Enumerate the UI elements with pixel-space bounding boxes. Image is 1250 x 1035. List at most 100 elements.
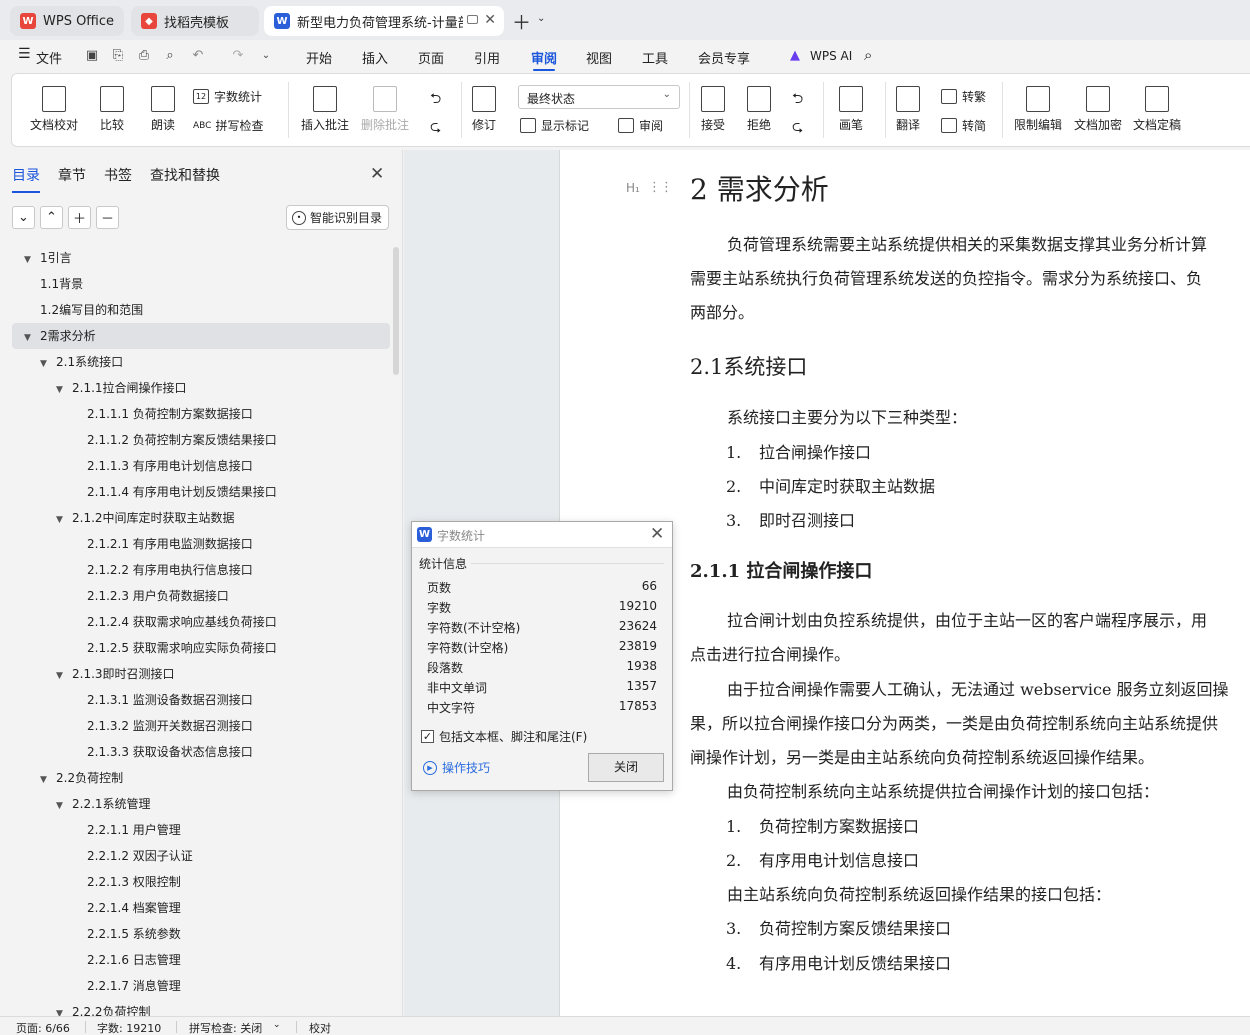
monitor-icon[interactable] <box>467 15 478 24</box>
redo-icon[interactable]: ↷ <box>230 47 246 63</box>
toc-item[interactable]: 1.1背景 <box>40 271 83 297</box>
nav-tab-find-replace[interactable]: 查找和替换 <box>150 165 220 185</box>
expand-caret-icon[interactable]: ▼ <box>24 325 40 351</box>
markup-status-select[interactable]: 最终状态 ⌄ <box>518 85 680 109</box>
print-icon[interactable]: ⎙ <box>136 47 152 63</box>
remove-level-button[interactable]: － <box>96 206 119 229</box>
nav-tab-toc[interactable]: 目录 <box>12 165 40 193</box>
insert-comment-button[interactable]: 插入批注 <box>301 86 349 133</box>
pen-button[interactable]: 画笔 <box>839 86 863 133</box>
nav-tab-bookmarks[interactable]: 书签 <box>104 165 132 185</box>
accept-button[interactable]: 接受 <box>701 86 725 133</box>
toc-item[interactable]: 2.1.1.3 有序用电计划信息接口 <box>87 453 253 479</box>
toc-item[interactable]: ▼ 2.1系统接口 <box>40 349 123 375</box>
toc-item[interactable]: 2.1.2.4 获取需求响应基线负荷接口 <box>87 609 277 635</box>
read-aloud-button[interactable]: 朗读 <box>151 86 175 133</box>
scrollbar[interactable] <box>393 247 399 375</box>
toc-item[interactable]: 2.1.1.4 有序用电计划反馈结果接口 <box>87 479 277 505</box>
menu-start[interactable]: 开始 <box>306 48 332 67</box>
menu-tools[interactable]: 工具 <box>642 48 668 67</box>
word-count-button[interactable]: 12 字数统计 <box>193 88 262 105</box>
close-tab-icon[interactable]: ✕ <box>484 12 496 28</box>
tab-document[interactable]: W 新型电力负荷管理系统-计量部 ✕ <box>264 6 504 36</box>
drag-handle-icon[interactable]: ⋮⋮ <box>648 180 673 195</box>
menu-review[interactable]: 审阅 <box>531 48 557 71</box>
translate-button[interactable]: 翻译 <box>896 86 920 133</box>
toc-item[interactable]: 2.2.1.6 日志管理 <box>87 947 181 973</box>
show-markup-button[interactable]: 显示标记 <box>520 117 589 134</box>
nav-tab-sections[interactable]: 章节 <box>58 165 86 185</box>
checkbox[interactable]: ✓ <box>421 730 434 743</box>
add-level-button[interactable]: ＋ <box>68 206 91 229</box>
toc-item[interactable]: 2.2.1.2 双因子认证 <box>87 843 193 869</box>
include-textbox-checkbox[interactable]: ✓ 包括文本框、脚注和尾注(F) <box>421 728 587 745</box>
to-simplified-button[interactable]: 转简 <box>941 117 986 134</box>
hamburger-icon[interactable]: ☰ <box>18 46 31 62</box>
to-traditional-button[interactable]: 转繁 <box>941 88 986 105</box>
toc-item[interactable]: 2.1.1.1 负荷控制方案数据接口 <box>87 401 253 427</box>
chevron-down-icon[interactable]: ⌄ <box>273 1020 281 1030</box>
delete-comment-button[interactable]: 删除批注 <box>361 86 409 133</box>
toc-item[interactable]: 2.1.3.1 监测设备数据召测接口 <box>87 687 253 713</box>
close-icon[interactable]: ✕ <box>650 524 664 544</box>
chevron-down-icon[interactable]: ⌄ <box>537 13 545 24</box>
expand-caret-icon[interactable]: ▼ <box>56 663 72 689</box>
toc-item[interactable]: 2.1.3.2 监测开关数据召测接口 <box>87 713 253 739</box>
toc-item[interactable]: ▼ 2.2.1系统管理 <box>56 791 151 817</box>
toc-item[interactable]: ▼ 2.1.2中间库定时获取主站数据 <box>56 505 235 531</box>
word-count-indicator[interactable]: 字数: 19210 <box>97 1020 161 1035</box>
prev-change-icon[interactable]: ⮌ <box>792 88 803 112</box>
new-tab-plus-icon[interactable]: ＋ <box>512 8 531 35</box>
print-preview-icon[interactable]: ⌕ <box>162 47 178 63</box>
toc-item[interactable]: 2.2.1.5 系统参数 <box>87 921 181 947</box>
menu-vip[interactable]: 会员专享 <box>698 48 750 67</box>
close-button[interactable]: 关闭 <box>588 753 664 782</box>
reject-button[interactable]: 拒绝 <box>747 86 771 133</box>
tab-wps-office[interactable]: W WPS Office <box>10 6 124 36</box>
toc-item[interactable]: 2.2.1.1 用户管理 <box>87 817 181 843</box>
smart-toc-button[interactable]: • 智能识别目录 <box>286 205 389 230</box>
wps-ai-icon[interactable]: ▲ <box>790 48 800 63</box>
spell-check-button[interactable]: ABC 拼写检查 <box>193 117 263 134</box>
expand-caret-icon[interactable]: ▼ <box>56 377 72 403</box>
spell-check-indicator[interactable]: 拼写检查: 关闭 <box>189 1020 262 1035</box>
toc-item[interactable]: ▼ 2.1.1拉合闸操作接口 <box>56 375 187 401</box>
dialog-title-bar[interactable]: W 字数统计 ✕ <box>412 522 672 548</box>
menu-reference[interactable]: 引用 <box>474 48 500 67</box>
toc-item[interactable]: 2.1.2.3 用户负荷数据接口 <box>87 583 229 609</box>
tips-link[interactable]: ▶ 操作技巧 <box>423 759 490 776</box>
menu-view[interactable]: 视图 <box>586 48 612 67</box>
expand-caret-icon[interactable]: ▼ <box>56 507 72 533</box>
menu-file[interactable]: 文件 <box>36 48 62 67</box>
toc-item[interactable]: ▼ 2.1.3即时召测接口 <box>56 661 175 687</box>
more-chevron-icon[interactable]: ⌄ <box>258 47 274 63</box>
search-icon[interactable]: ⌕ <box>864 46 872 64</box>
toc-item[interactable]: 2.1.1.2 负荷控制方案反馈结果接口 <box>87 427 277 453</box>
toc-item[interactable]: 2.1.3.3 获取设备状态信息接口 <box>87 739 253 765</box>
toc-item[interactable]: 2.1.2.2 有序用电执行信息接口 <box>87 557 253 583</box>
toc-item[interactable]: 2.2.1.3 权限控制 <box>87 869 181 895</box>
toc-item[interactable]: ▼ 2.2负荷控制 <box>40 765 123 791</box>
restrict-edit-button[interactable]: 限制编辑 <box>1014 86 1062 133</box>
expand-caret-icon[interactable]: ▼ <box>40 351 56 377</box>
page-indicator[interactable]: 页面: 6/66 <box>16 1020 70 1035</box>
revise-button[interactable]: 修订 <box>472 86 496 133</box>
compare-button[interactable]: 比较 <box>100 86 124 133</box>
toc-item[interactable]: 2.1.2.1 有序用电监测数据接口 <box>87 531 253 557</box>
toc-item[interactable]: ▼ 2需求分析 <box>12 323 390 349</box>
next-comment-icon[interactable]: ⮎ <box>430 116 441 140</box>
collapse-up-button[interactable]: ⌃ <box>40 206 63 229</box>
prev-comment-icon[interactable]: ⮌ <box>430 88 441 112</box>
proofread-indicator[interactable]: 校对 <box>309 1020 331 1035</box>
expand-down-button[interactable]: ⌄ <box>12 206 35 229</box>
review-pane-button[interactable]: 审阅 <box>618 117 663 134</box>
save-icon[interactable]: ▣ <box>84 47 100 63</box>
toc-item[interactable]: ▼ 1引言 <box>24 245 72 271</box>
toc-item[interactable]: 2.2.1.7 消息管理 <box>87 973 181 999</box>
share-icon[interactable]: ⎘ <box>110 47 126 63</box>
next-change-icon[interactable]: ⮎ <box>792 116 803 140</box>
expand-caret-icon[interactable]: ▼ <box>24 247 40 273</box>
toc-item[interactable]: 2.1.2.5 获取需求响应实际负荷接口 <box>87 635 277 661</box>
menu-wps-ai[interactable]: WPS AI <box>810 49 852 63</box>
menu-page[interactable]: 页面 <box>418 48 444 67</box>
